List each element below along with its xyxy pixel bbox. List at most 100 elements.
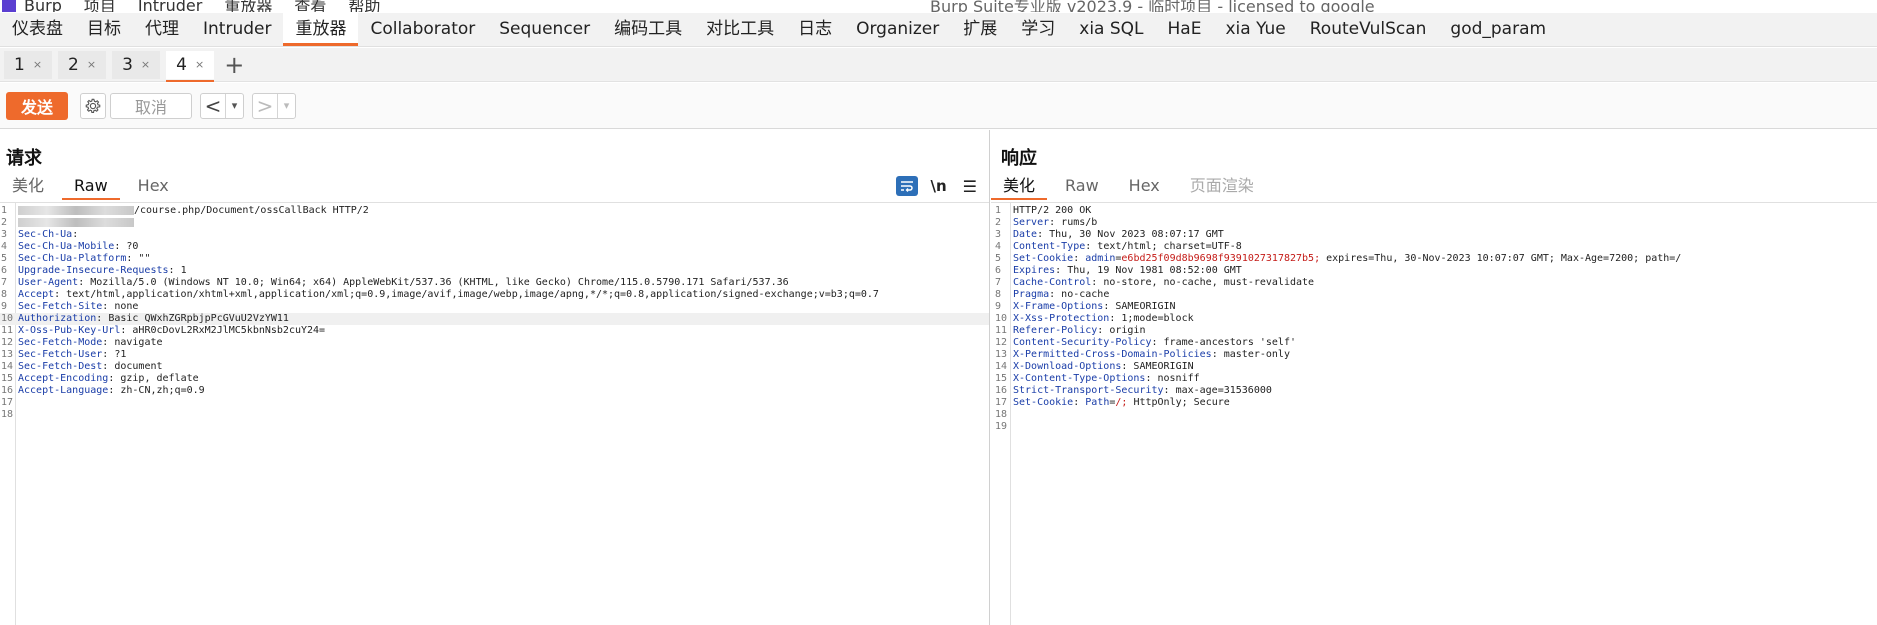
main-tab-item[interactable]: 学习 bbox=[1009, 12, 1067, 46]
main-tab-item[interactable]: 代理 bbox=[133, 12, 191, 46]
code-line: 4 Sec-Ch-Ua-Mobile: ?0 bbox=[0, 241, 989, 253]
header-value: Thu, 19 Nov 1981 08:52:00 GMT bbox=[1067, 265, 1242, 276]
main-tab-item[interactable]: 仪表盘 bbox=[0, 12, 75, 46]
header-value: text/html; charset=UTF-8 bbox=[1097, 241, 1242, 252]
line-content: Server: rums/b bbox=[1013, 217, 1097, 229]
app-menu-item[interactable]: 帮助 bbox=[348, 0, 380, 12]
main-tab-item[interactable]: 对比工具 bbox=[694, 12, 786, 46]
main-tab-item[interactable]: xia Yue bbox=[1213, 12, 1297, 46]
history-back-group: < ▾ bbox=[200, 92, 244, 119]
code-line: 17 Set-Cookie: Path=/; HttpOnly; Secure bbox=[991, 397, 1877, 409]
main-tab-item[interactable]: Sequencer bbox=[487, 12, 602, 46]
main-tab-item[interactable]: 重放器 bbox=[283, 12, 359, 46]
main-tab-item[interactable]: Organizer bbox=[844, 12, 951, 46]
app-menu-item[interactable]: Intruder bbox=[138, 0, 202, 12]
add-tab-button[interactable]: + bbox=[224, 51, 244, 79]
line-number: 17 bbox=[995, 397, 1008, 408]
code-line: 14 Sec-Fetch-Dest: document bbox=[0, 361, 989, 373]
response-title: 响应 bbox=[1001, 148, 1037, 169]
header-value: Thu, 30 Nov 2023 08:07:17 GMT bbox=[1049, 229, 1224, 240]
settings-button[interactable] bbox=[80, 92, 106, 119]
forward-dropdown-icon[interactable]: ▾ bbox=[277, 93, 295, 118]
header-value: ?1 bbox=[114, 349, 127, 360]
back-arrow-icon[interactable]: < bbox=[201, 94, 225, 118]
request-editor[interactable]: 1/course.php/Document/ossCallBack HTTP/2… bbox=[0, 203, 989, 625]
line-number: 11 bbox=[1, 325, 14, 336]
header-separator: : bbox=[1091, 277, 1104, 288]
header-value: navigate bbox=[114, 337, 163, 348]
header-name: Expires bbox=[1013, 265, 1056, 276]
code-line: 14 X-Download-Options: SAMEORIGIN bbox=[991, 361, 1877, 373]
response-view-tab[interactable]: 页面渲染 bbox=[1178, 174, 1266, 200]
code-line: 12 Sec-Fetch-Mode: navigate bbox=[0, 337, 989, 349]
header-separator: : bbox=[102, 301, 115, 312]
request-view-tab[interactable]: Hex bbox=[126, 174, 181, 200]
line-content: /course.php/Document/ossCallBack HTTP/2 bbox=[18, 205, 369, 217]
repeater-tab[interactable]: 1 × bbox=[4, 50, 53, 79]
response-editor[interactable]: 1 HTTP/2 200 OK 2 Server: rums/b 3 Date: Thu,… bbox=[991, 203, 1877, 625]
redacted-text bbox=[18, 205, 134, 215]
code-line: 1/course.php/Document/ossCallBack HTTP/2 bbox=[0, 205, 989, 217]
cookie-name: Path bbox=[1085, 397, 1110, 408]
cancel-button[interactable]: 取消 bbox=[110, 92, 192, 119]
cookie-value: /; bbox=[1115, 397, 1128, 408]
main-tab-item[interactable]: 扩展 bbox=[951, 12, 1009, 46]
main-tab-item[interactable]: xia SQL bbox=[1067, 12, 1155, 46]
close-tab-icon[interactable]: × bbox=[33, 58, 42, 71]
header-separator: : bbox=[1073, 253, 1086, 264]
code-line: 13 Sec-Fetch-User: ?1 bbox=[0, 349, 989, 361]
line-number: 6 bbox=[1, 265, 8, 276]
line-content: Authorization: Basic QWxhZGRpbjpPcGVuU2V… bbox=[18, 313, 289, 325]
cookie-attributes: HttpOnly; Secure bbox=[1127, 397, 1230, 408]
header-name: Server bbox=[1013, 217, 1050, 228]
header-separator: : bbox=[96, 313, 109, 324]
app-menu-item[interactable]: 查看 bbox=[294, 0, 326, 12]
repeater-tab[interactable]: 3 × bbox=[112, 50, 161, 79]
header-value: frame-ancestors 'self' bbox=[1163, 337, 1296, 348]
send-button[interactable]: 发送 bbox=[6, 91, 68, 120]
response-view-tab[interactable]: 美化 bbox=[991, 174, 1048, 200]
line-number: 15 bbox=[1, 373, 14, 384]
main-tab-item[interactable]: HaE bbox=[1156, 12, 1214, 46]
repeater-tab[interactable]: 4 × bbox=[166, 50, 215, 82]
app-menu-item[interactable]: 重放器 bbox=[224, 0, 272, 12]
main-tab-item[interactable]: Intruder bbox=[191, 12, 283, 46]
app-menu-item[interactable]: 项目 bbox=[84, 0, 116, 12]
code-line: 7 Cache-Control: no-store, no-cache, must… bbox=[991, 277, 1877, 289]
main-tab-item[interactable]: 日志 bbox=[786, 12, 844, 46]
main-tab-item[interactable]: 目标 bbox=[75, 12, 133, 46]
header-separator: : bbox=[126, 253, 139, 264]
line-content: Referer-Policy: origin bbox=[1013, 325, 1145, 337]
header-separator: : bbox=[72, 229, 79, 240]
word-wrap-button[interactable] bbox=[896, 176, 919, 196]
code-line: 2 Server: rums/b bbox=[991, 217, 1877, 229]
main-tab-item[interactable]: 编码工具 bbox=[602, 12, 694, 46]
header-separator: : bbox=[108, 385, 121, 396]
code-line: 3 Sec-Ch-Ua: bbox=[0, 229, 989, 241]
close-tab-icon[interactable]: × bbox=[195, 58, 204, 71]
response-view-tab[interactable]: Hex bbox=[1117, 174, 1172, 200]
main-tab-item[interactable]: god_param bbox=[1438, 12, 1558, 46]
close-tab-icon[interactable]: × bbox=[141, 58, 150, 71]
header-value: nosniff bbox=[1157, 373, 1200, 384]
line-content: Sec-Fetch-Site: none bbox=[18, 301, 138, 313]
request-view-tab[interactable]: 美化 bbox=[0, 174, 56, 200]
line-number: 12 bbox=[995, 337, 1008, 348]
request-view-tab[interactable]: Raw bbox=[62, 174, 120, 200]
header-name: Content-Type bbox=[1013, 241, 1086, 252]
line-content: Sec-Ch-Ua-Mobile: ?0 bbox=[18, 241, 138, 253]
repeater-tab[interactable]: 2 × bbox=[58, 50, 107, 79]
main-tab-item[interactable]: RouteVulScan bbox=[1298, 12, 1439, 46]
code-line: 16 Strict-Transport-Security: max-age=315… bbox=[991, 385, 1877, 397]
forward-arrow-icon[interactable]: > bbox=[253, 94, 277, 118]
code-line: 17 bbox=[0, 397, 989, 409]
header-separator: : bbox=[1055, 265, 1068, 276]
app-menu-item[interactable]: Burp bbox=[24, 0, 62, 12]
close-tab-icon[interactable]: × bbox=[87, 58, 96, 71]
editor-menu-icon[interactable]: ☰ bbox=[963, 177, 977, 196]
back-dropdown-icon[interactable]: ▾ bbox=[225, 93, 243, 118]
show-newlines-button[interactable]: \n bbox=[930, 177, 946, 195]
response-view-tab[interactable]: Raw bbox=[1053, 174, 1111, 200]
main-tab-item[interactable]: Collaborator bbox=[358, 12, 487, 46]
header-name: Sec-Fetch-Mode bbox=[18, 337, 103, 348]
